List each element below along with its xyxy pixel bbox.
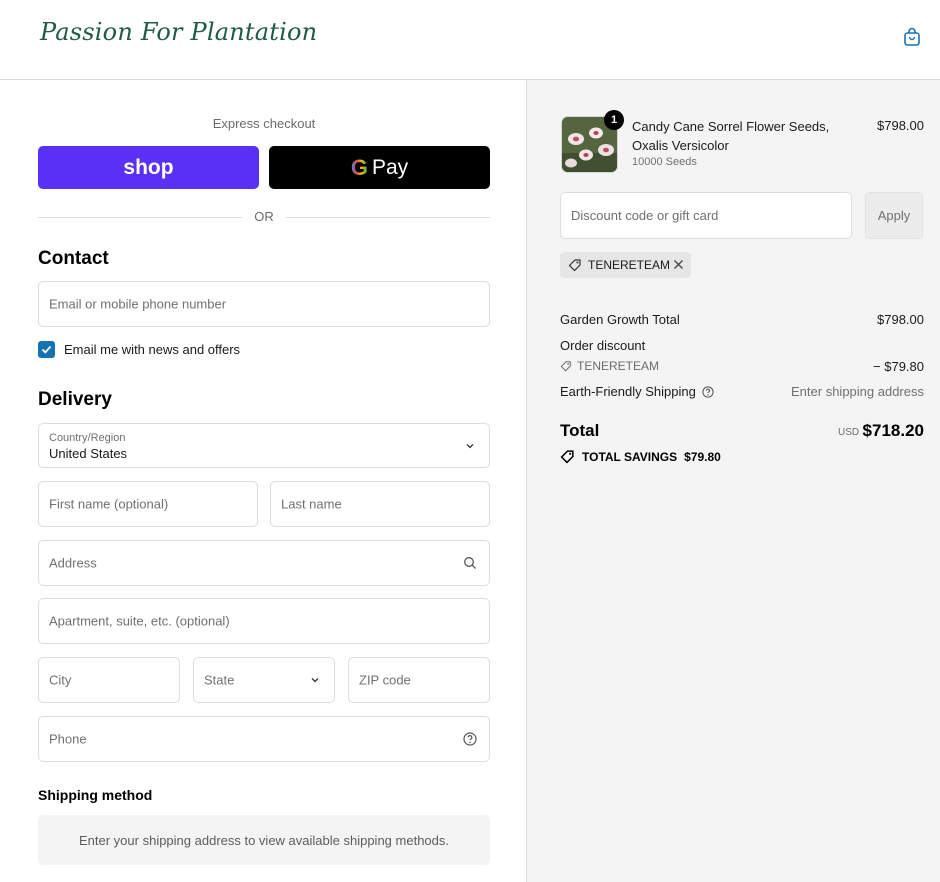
country-value: United States (49, 446, 128, 461)
product-title: Candy Cane Sorrel Flower Seeds, Oxalis V… (632, 119, 830, 153)
savings-value: $79.80 (684, 449, 721, 464)
discount-code-placeholder: Discount code or gift card (571, 208, 719, 223)
apartment-placeholder: Apartment, suite, etc. (optional) (49, 613, 230, 629)
first-name-field[interactable]: First name (optional) (38, 481, 258, 527)
zip-field[interactable]: ZIP code (348, 657, 490, 703)
store-logo[interactable]: Passion For Plantation (40, 18, 317, 46)
last-name-field[interactable]: Last name (270, 481, 490, 527)
chevron-down-icon (311, 678, 319, 683)
city-field[interactable]: City (38, 657, 180, 703)
shipping-label: Earth-Friendly Shipping (560, 384, 696, 399)
applied-code-label: TENERETEAM (588, 258, 671, 272)
google-pay-label: Pay (371, 155, 409, 179)
country-label: Country/Region (49, 432, 126, 444)
help-circle-icon[interactable] (463, 732, 477, 746)
apply-label: Apply (877, 208, 911, 223)
contact-heading: Contact (38, 248, 109, 269)
zip-placeholder: ZIP code (359, 672, 411, 688)
apartment-field[interactable]: Apartment, suite, etc. (optional) (38, 598, 490, 644)
discount-code-field[interactable]: Discount code or gift card (560, 192, 852, 239)
savings-label: TOTAL SAVINGS (582, 449, 678, 464)
shipping-method-note: Enter your shipping address to view avai… (38, 815, 490, 865)
savings-tag-icon (560, 450, 574, 464)
product-variant: 10000 Seeds (632, 156, 697, 168)
divider-right (286, 217, 490, 218)
applied-discount-chip: TENERETEAM (560, 252, 691, 278)
subtotal-label: Garden Growth Total (560, 312, 680, 327)
state-select[interactable]: State (193, 657, 335, 703)
address-placeholder: Address (49, 555, 97, 571)
shop-pay-label: shop (123, 155, 174, 179)
shop-pay-button[interactable]: shop (38, 146, 259, 189)
divider-left (38, 217, 242, 218)
total-value: $718.20 (862, 421, 924, 440)
apply-discount-button[interactable]: Apply (865, 192, 923, 239)
quantity-badge: 1 (604, 110, 624, 130)
order-discount-value: − $79.80 (873, 359, 924, 374)
chevron-down-icon (466, 443, 474, 448)
search-icon (464, 557, 476, 569)
address-field[interactable]: Address (38, 540, 490, 586)
phone-placeholder: Phone (49, 731, 87, 747)
header: Passion For Plantation (0, 0, 940, 80)
remove-discount-icon[interactable] (673, 259, 684, 270)
newsletter-label[interactable]: Email me with news and offers (64, 342, 240, 357)
google-g-icon: G (350, 154, 368, 180)
order-discount-label: Order discount (560, 338, 646, 353)
product-price: $798.00 (877, 118, 924, 133)
total-label: Total (560, 421, 600, 440)
newsletter-checkbox[interactable] (38, 341, 55, 358)
or-divider-label: OR (254, 209, 274, 224)
order-discount-code-label: TENERETEAM (577, 359, 660, 373)
tag-icon (560, 361, 571, 372)
phone-field[interactable]: Phone (38, 716, 490, 762)
express-checkout-label: Express checkout (212, 116, 316, 131)
first-name-placeholder: First name (optional) (49, 496, 169, 512)
subtotal-value: $798.00 (877, 312, 924, 327)
total-savings: TOTAL SAVINGS $79.80 (560, 449, 721, 464)
country-select[interactable]: Country/Region United States (38, 423, 490, 468)
city-placeholder: City (49, 672, 72, 688)
last-name-placeholder: Last name (281, 496, 342, 512)
shipping-method-heading: Shipping method (38, 787, 153, 803)
delivery-heading: Delivery (38, 389, 112, 410)
help-circle-icon[interactable] (702, 385, 714, 398)
total-currency: USD (838, 427, 860, 438)
shipping-value: Enter shipping address (791, 384, 924, 399)
order-discount-code: TENERETEAM (560, 359, 659, 373)
email-field[interactable]: Email or mobile phone number (38, 281, 490, 327)
checkmark-icon (41, 345, 52, 354)
google-pay-button[interactable]: G Pay (269, 146, 490, 189)
shopping-bag-icon[interactable] (902, 27, 922, 47)
email-placeholder: Email or mobile phone number (49, 296, 227, 312)
state-placeholder: State (204, 672, 235, 688)
shipping-method-note-text: Enter your shipping address to view avai… (79, 832, 449, 848)
shipping-row: Earth-Friendly Shipping (560, 384, 714, 399)
tag-icon (568, 259, 581, 272)
